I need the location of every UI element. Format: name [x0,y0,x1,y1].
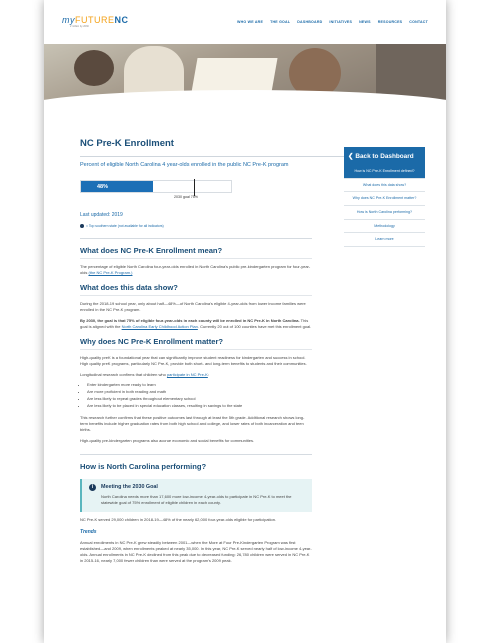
paragraph-why-2: Longitudinal research confirms that chil… [80,372,312,378]
progress-fill [81,181,153,193]
action-plan-link[interactable]: North Carolina Early Childhood Action Pl… [122,324,198,329]
section-divider [80,238,312,240]
paragraph-why-4: High-quality pre-kindergarten programs a… [80,437,255,443]
paragraph-trends: Annual enrollments in NC Pre-K grew stea… [80,539,312,563]
viewport: myFUTURENC 2 million by 2030 WHO WE ARE … [0,0,491,643]
sidebar-item-performing[interactable]: How is North Carolina performing? [344,206,425,220]
logo-my: my [62,14,75,25]
main-nav: WHO WE ARE THE GOAL DASHBOARD INITIATIVE… [237,20,428,24]
nc-prek-program-link[interactable]: (the NC Pre-K Program.) [88,270,132,275]
paragraph-why-1: High-quality preK is a foundational year… [80,355,307,367]
paragraph-data-1: During the 2018-19 school year, only abo… [80,301,306,313]
goal-statement: By 2030, the goal is that 75% of eligibl… [80,318,300,324]
nav-initiatives[interactable]: INITIATIVES [329,20,352,24]
logo-future: FUTURE [75,14,115,25]
last-updated: Last updated: 2019 [80,212,123,219]
participate-link[interactable]: participate in NC Pre-K [167,372,208,377]
list-item: Are less likely to repeat grades through… [87,396,312,403]
nav-dashboard[interactable]: DASHBOARD [297,20,322,24]
top-state-dot-icon [80,224,84,229]
legend-note-text: = Top southern state (not available for … [86,224,164,229]
callout-title: Meeting the 2030 Goal [101,484,158,491]
paragraph-data-2: By 2030, the goal is that 75% of eligibl… [80,318,312,330]
page-title: NC Pre-K Enrollment [80,138,174,149]
progress-bar: 48% [80,179,232,197]
list-item: Are less likely to be placed in special … [87,403,312,410]
hero-image [44,44,446,102]
back-to-dashboard-button[interactable]: ❮ Back to Dashboard [344,147,425,165]
paragraph-performing-1: NC Pre-K served 29,000 children in 2018-… [80,516,277,522]
why-2-end: : [207,372,209,378]
paragraph-why-3: This research further confirms that thes… [80,414,305,432]
goal-label: 2030 goal 75% [174,195,198,200]
trends-subheading: Trends [80,528,97,535]
indicator-subtitle: Percent of eligible North Carolina 4 yea… [80,162,289,168]
logo-nc: NC [114,14,129,25]
sidebar-item-defined[interactable]: How is NC Pre-K Enrollment defined? [344,165,425,179]
sidebar: ❮ Back to Dashboard How is NC Pre-K Enro… [344,147,425,248]
list-item: Enter kindergarten more ready to learn [87,382,312,389]
heading-rule [80,258,312,260]
progress-value: 48% [97,184,109,191]
section-divider [80,453,312,455]
goal-end-text: . Currently 20 out of 100 counties have … [197,324,312,330]
heading-what-mean: What does NC Pre-K Enrollment mean? [80,246,223,256]
callout-text: North Carolina needs more than 17,600 mo… [101,493,292,505]
heading-rule [80,295,312,297]
nav-the-goal[interactable]: THE GOAL [270,20,290,24]
paragraph-definition: The percentage of eligible North Carolin… [80,264,312,276]
list-item: Are more proficient in both reading and … [87,389,312,396]
legend-note: = Top southern state (not available for … [80,224,312,229]
site-header: myFUTURENC 2 million by 2030 WHO WE ARE … [44,0,446,44]
heading-performing: How is North Carolina performing? [80,461,207,471]
web-page: myFUTURENC 2 million by 2030 WHO WE ARE … [44,0,446,643]
heading-why-matter: Why does NC Pre-K Enrollment matter? [80,337,224,347]
nav-news[interactable]: NEWS [359,20,371,24]
nav-who-we-are[interactable]: WHO WE ARE [237,20,263,24]
goal-marker [193,179,195,197]
sidebar-item-why-matter[interactable]: Why does NC Pre-K Enrollment matter? [344,192,425,207]
sidebar-item-learn-more[interactable]: Learn more [344,233,425,248]
back-label: Back to Dashboard [355,152,414,160]
why-2-text: Longitudinal research confirms that chil… [80,372,167,378]
goal-callout: i Meeting the 2030 Goal North Carolina n… [80,478,312,512]
chevron-left-icon: ❮ [348,153,354,160]
heading-data-show: What does this data show? [80,283,178,293]
info-icon: i [89,483,96,491]
nav-contact[interactable]: CONTACT [409,20,428,24]
heading-rule [80,349,312,351]
site-logo[interactable]: myFUTURENC 2 million by 2030 [62,14,129,29]
benefits-list: Enter kindergarten more ready to learn A… [80,382,312,409]
nav-resources[interactable]: RESOURCES [378,20,403,24]
logo-tagline: 2 million by 2030 [70,24,89,28]
sidebar-item-methodology[interactable]: Methodology [344,220,425,234]
sidebar-item-data-show[interactable]: What does this data show? [344,179,425,193]
main-content: Percent of eligible North Carolina 4 yea… [80,160,312,564]
